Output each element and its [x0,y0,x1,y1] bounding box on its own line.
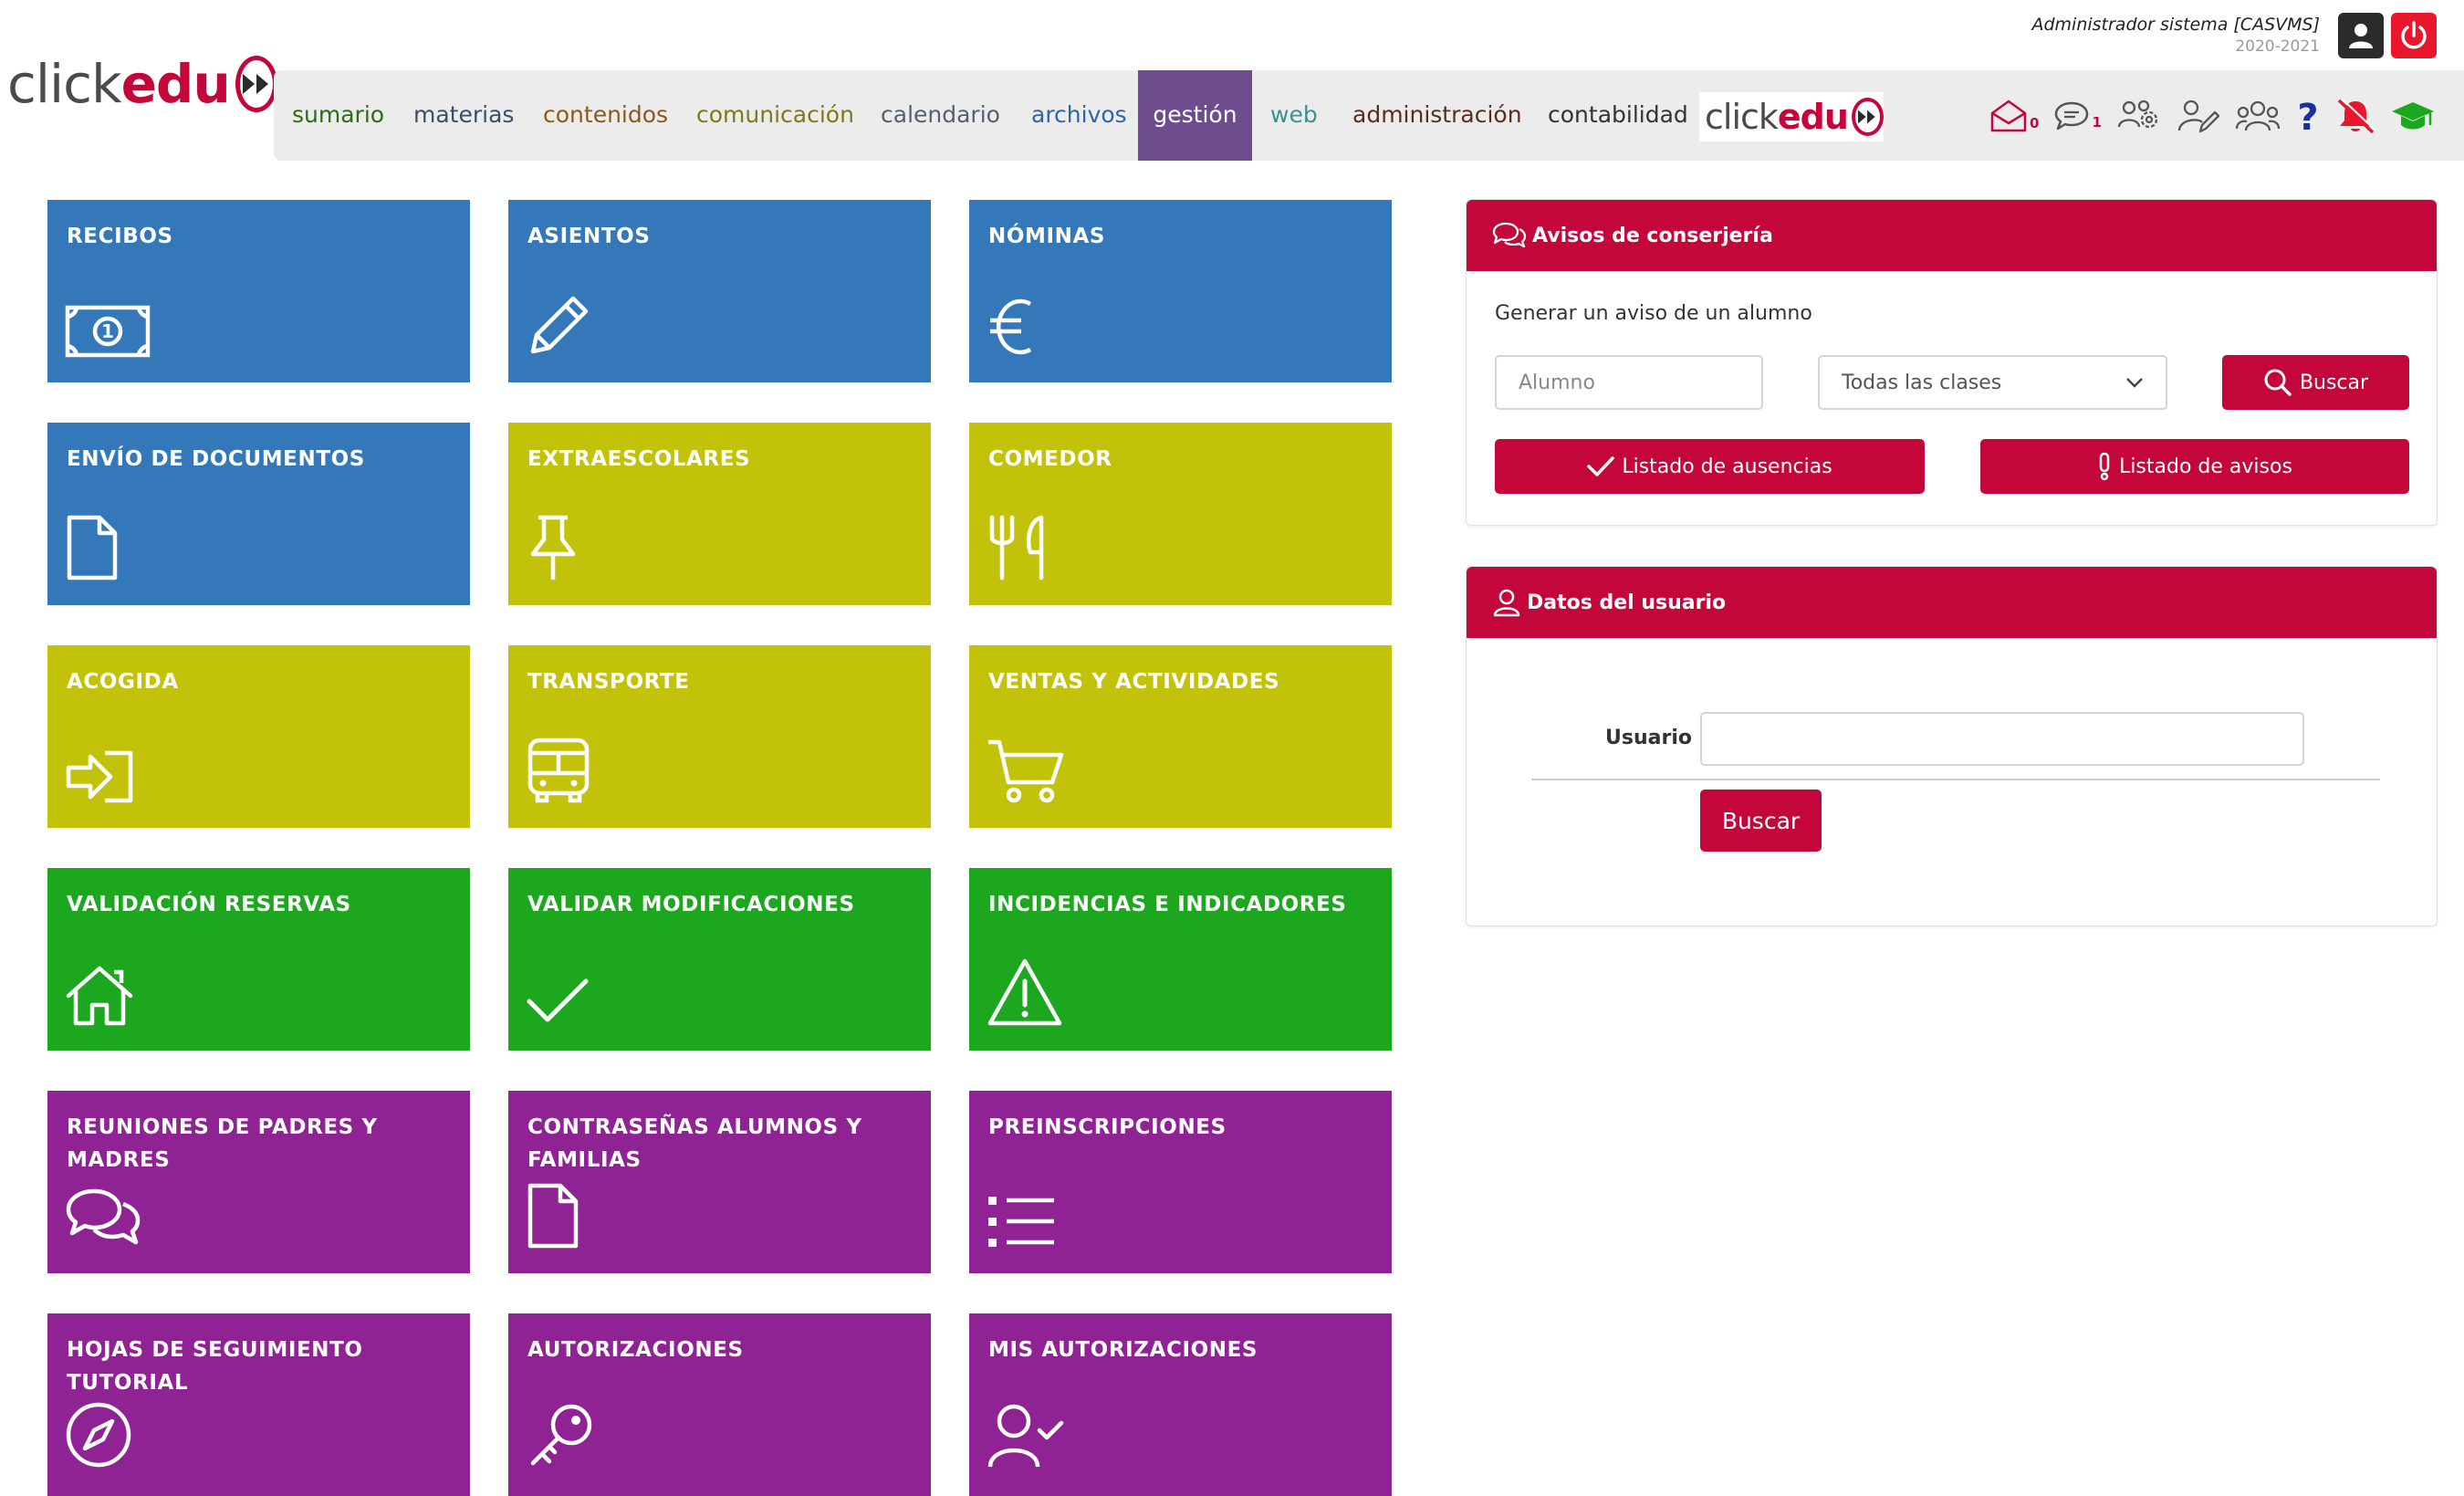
mail-button[interactable]: 0 [1989,99,2039,133]
tile-asientos[interactable]: Asientos [508,200,931,382]
question-icon: ? [2297,98,2318,134]
nav-gestion[interactable]: gestión [1138,70,1252,161]
nav-contenidos[interactable]: contenidos [543,70,668,161]
nav-sumario[interactable]: sumario [292,70,384,161]
check-icon [526,976,590,1030]
academic-button[interactable] [2390,98,2436,134]
absences-list-button[interactable]: Listado de ausencias [1495,439,1925,494]
tile-ventas-actividades[interactable]: Ventas y actividades [969,645,1392,828]
banknote-icon: 1 [65,304,151,362]
chat-bubbles-icon [1492,222,1527,248]
tile-incidencias-indicadores[interactable]: Incidencias e indicadores [969,868,1392,1051]
usuario-input[interactable] [1700,712,2304,766]
graduation-cap-icon [2391,101,2434,129]
messages-button[interactable]: 1 [2053,99,2102,132]
classes-select[interactable]: Todas las clases [1818,355,2167,410]
speech-bubble-icon [2055,101,2089,130]
user-data-panel: Datos del usuario Usuario Buscar [1466,566,2438,926]
tile-recibos[interactable]: Recibos 1 [47,200,470,382]
tile-envio-documentos[interactable]: Envío de documentos [47,423,470,605]
pencil-icon [526,289,595,362]
user-edit-button[interactable] [2177,98,2220,134]
tile-extraescolares[interactable]: Extraescolares [508,423,931,605]
tile-autorizaciones[interactable]: Autorizaciones [508,1313,931,1496]
nav-archivos[interactable]: archivos [1031,70,1127,161]
chevron-down-icon [2126,378,2143,388]
user-edit-icon [2177,99,2220,132]
warning-icon [987,957,1063,1030]
svg-text:?: ? [2297,98,2318,134]
document-icon [65,514,120,585]
key-icon [526,1401,599,1472]
usuario-search-button[interactable]: Buscar [1700,790,1822,852]
list-icon [987,1193,1056,1253]
nav-contabilidad[interactable]: contabilidad [1548,70,1688,161]
form-divider [1531,779,2380,780]
avisos-panel-header: Avisos de conserjería [1467,200,2437,271]
tile-nominas[interactable]: Nóminas [969,200,1392,382]
cart-icon [987,737,1065,808]
svg-text:1: 1 [101,320,114,342]
user-name: Administrador sistema [CASVMS] [2031,15,2320,35]
notifications-button[interactable] [2335,97,2375,135]
usuario-label: Usuario [1605,727,1692,749]
alumno-input[interactable]: Alumno [1495,355,1763,410]
tile-comedor[interactable]: Comedor [969,423,1392,605]
nav-web[interactable]: web [1270,70,1318,161]
chat-bubbles-icon [65,1187,141,1253]
logout-button[interactable] [2391,13,2437,58]
pushpin-icon [526,514,580,585]
tile-acogida[interactable]: Acogida [47,645,470,828]
user-profile-button[interactable] [2338,13,2384,58]
nav-clickedu-logo[interactable]: clickedu [1699,92,1884,141]
sign-in-icon [65,749,134,808]
nav-materias[interactable]: materias [413,70,514,161]
nav-calendario[interactable]: calendario [881,70,1000,161]
tile-contrasenas[interactable]: Contraseñas alumnos y familias [508,1091,931,1273]
envelope-icon [1990,99,2027,131]
clickedu-logo[interactable]: clickedu [7,53,277,115]
user-data-panel-header: Datos del usuario [1467,567,2437,638]
mail-count: 0 [2030,114,2040,131]
nav-tools: 0 1 ? [1989,70,2450,161]
groups-button[interactable] [2235,98,2281,134]
euro-icon [987,295,1038,362]
nav-administracion[interactable]: administración [1352,70,1522,161]
user-check-icon [987,1401,1065,1472]
document-icon [526,1182,580,1253]
notices-list-button[interactable]: Listado de avisos [1980,439,2409,494]
messages-count: 1 [2092,113,2102,131]
users-gear-icon [2117,99,2158,128]
tile-transporte[interactable]: Transporte [508,645,931,828]
fast-forward-icon [1851,98,1884,136]
avisos-search-button[interactable]: Buscar [2222,355,2409,410]
tile-validar-modificaciones[interactable]: Validar modificaciones [508,868,931,1051]
bus-icon [526,737,591,808]
school-year: 2020-2021 [2235,37,2320,56]
avisos-subtitle: Generar un aviso de un alumno [1495,302,1812,325]
avisos-panel: Avisos de conserjería Generar un aviso d… [1466,199,2438,526]
power-icon [2401,21,2427,49]
home-icon [65,963,134,1030]
fast-forward-icon [235,56,277,112]
user-icon [2349,24,2373,48]
tile-preinscripciones[interactable]: Preinscripciones [969,1091,1392,1273]
exclamation-icon [2099,452,2110,481]
compass-icon [65,1401,132,1472]
settings-group-button[interactable] [2116,98,2162,134]
bell-slash-icon [2337,97,2375,133]
user-icon [1493,589,1520,617]
main-nav: sumario materias contenidos comunicación… [274,70,2464,161]
help-button[interactable]: ? [2295,98,2321,134]
tile-validacion-reservas[interactable]: Validación reservas [47,868,470,1051]
users-group-icon [2235,100,2281,131]
check-icon [1587,456,1615,476]
tile-mis-autorizaciones[interactable]: Mis autorizaciones [969,1313,1392,1496]
tile-reuniones-padres[interactable]: Reuniones de padres y madres [47,1091,470,1273]
nav-comunicacion[interactable]: comunicación [696,70,854,161]
search-icon [2264,369,2292,396]
user-box: Administrador sistema [CASVMS] 2020-2021 [2031,13,2437,58]
cutlery-icon [987,514,1052,585]
tile-hojas-seguimiento[interactable]: Hojas de seguimiento tutorial [47,1313,470,1496]
